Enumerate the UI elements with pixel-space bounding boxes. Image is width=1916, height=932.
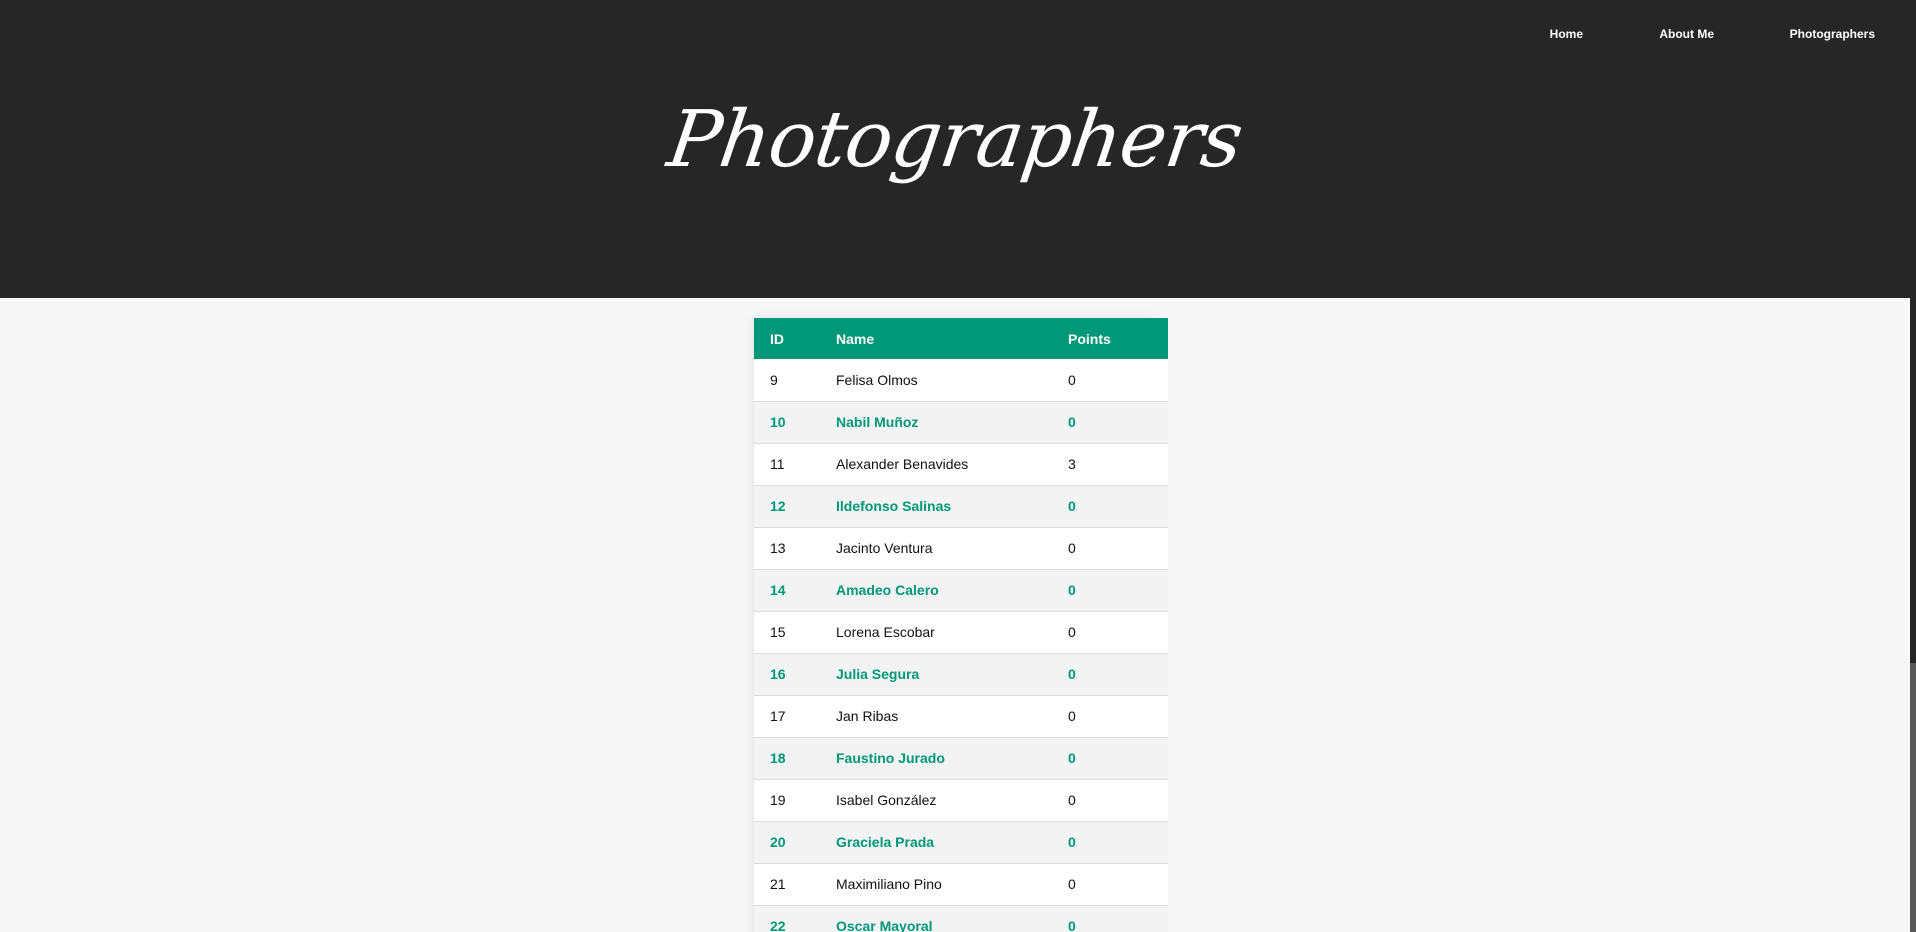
row-points: 0 [1068, 414, 1076, 430]
row-id: 12 [770, 498, 786, 514]
row-id: 15 [770, 624, 786, 640]
row-points: 0 [1068, 834, 1076, 850]
row-points: 0 [1068, 624, 1076, 640]
row-id: 13 [770, 540, 786, 556]
row-points: 0 [1068, 582, 1076, 598]
table-row: 18 Faustino Jurado 0 [754, 737, 1168, 779]
row-name: Julia Segura [836, 666, 920, 682]
column-header-id: ID [754, 318, 836, 359]
table-row: 15 Lorena Escobar 0 [754, 611, 1168, 653]
page-title: Photographers [662, 95, 1248, 185]
row-id: 19 [770, 792, 786, 808]
table-row: 11 Alexander Benavides 3 [754, 443, 1168, 485]
row-points: 0 [1068, 371, 1076, 388]
row-id: 11 [770, 456, 785, 472]
row-name: Isabel González [836, 792, 937, 808]
row-name: Jacinto Ventura [836, 540, 933, 556]
row-id: 9 [770, 371, 778, 388]
hero-header: Home About Me Photographers Photographer… [0, 0, 1910, 298]
row-name: Lorena Escobar [836, 624, 935, 640]
row-points: 0 [1068, 498, 1076, 514]
nav-photographers-link[interactable]: Photographers [1790, 27, 1875, 41]
row-id: 16 [770, 666, 786, 682]
row-points: 0 [1068, 750, 1076, 766]
row-id: 20 [770, 834, 786, 850]
table-row: 12 Ildefonso Salinas 0 [754, 485, 1168, 527]
row-name: Jan Ribas [836, 708, 899, 724]
nav-home-link[interactable]: Home [1550, 27, 1583, 41]
row-name: Alexander Benavides [836, 456, 969, 472]
row-name: Graciela Prada [836, 834, 935, 850]
row-id: 14 [770, 582, 786, 598]
table-row: 10 Nabil Muñoz 0 [754, 401, 1168, 443]
row-points: 0 [1068, 540, 1076, 556]
row-id: 22 [770, 918, 786, 932]
row-points: 3 [1068, 456, 1076, 472]
row-points: 0 [1068, 876, 1076, 892]
row-points: 0 [1068, 918, 1076, 932]
table-row: 20 Graciela Prada 0 [754, 821, 1168, 863]
photographers-table: ID Name Points 9 Felisa Olmos 0 10 Nabil… [754, 318, 1168, 932]
table-header-row: ID Name Points [754, 318, 1168, 359]
row-name: Amadeo Calero [836, 582, 939, 598]
row-id: 18 [770, 750, 786, 766]
table-row: 17 Jan Ribas 0 [754, 695, 1168, 737]
table-row: 13 Jacinto Ventura 0 [754, 527, 1168, 569]
scrollbar-track[interactable] [1910, 0, 1916, 663]
row-id: 21 [770, 876, 786, 892]
row-points: 0 [1068, 666, 1076, 682]
column-header-points: Points [1068, 318, 1168, 359]
row-name: Oscar Mayoral [836, 918, 933, 932]
row-name: Felisa Olmos [836, 371, 918, 388]
table-row: 22 Oscar Mayoral 0 [754, 905, 1168, 932]
row-name: Faustino Jurado [836, 750, 945, 766]
row-id: 17 [770, 708, 786, 724]
page: Home About Me Photographers Photographer… [0, 0, 1916, 932]
photographers-table-card: ID Name Points 9 Felisa Olmos 0 10 Nabil… [754, 318, 1168, 932]
nav-about-me-link[interactable]: About Me [1659, 27, 1714, 41]
table-body: 9 Felisa Olmos 0 10 Nabil Muñoz 0 11 Ale… [754, 359, 1168, 932]
table-row: 16 Julia Segura 0 [754, 653, 1168, 695]
row-name: Ildefonso Salinas [836, 498, 952, 514]
column-header-name: Name [836, 318, 1068, 359]
row-points: 0 [1068, 708, 1076, 724]
table-row: 21 Maximiliano Pino 0 [754, 863, 1168, 905]
row-id: 10 [770, 414, 786, 430]
table-header: ID Name Points [754, 318, 1168, 359]
row-name: Maximiliano Pino [836, 876, 942, 892]
table-row: 9 Felisa Olmos 0 [754, 359, 1168, 401]
row-name: Nabil Muñoz [836, 414, 919, 430]
table-row: 19 Isabel González 0 [754, 779, 1168, 821]
table-row: 14 Amadeo Calero 0 [754, 569, 1168, 611]
scrollbar-thumb[interactable] [1910, 663, 1916, 932]
row-points: 0 [1068, 792, 1076, 808]
vertical-scrollbar[interactable] [1910, 0, 1916, 932]
